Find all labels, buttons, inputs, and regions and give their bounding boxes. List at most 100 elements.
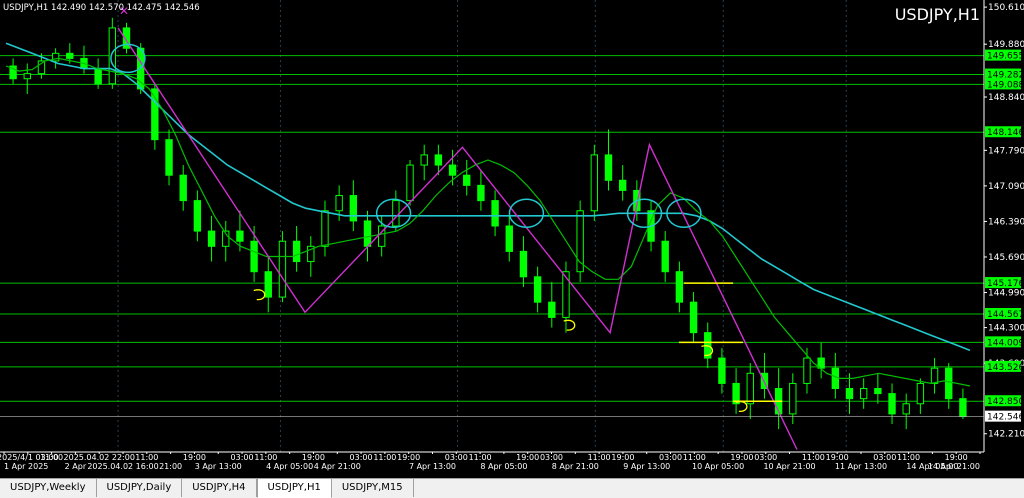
y-tick-label: 147.090 — [988, 182, 1024, 192]
candle-body — [845, 388, 854, 400]
x-tick-label: 2025.04.02 22:00 — [64, 453, 135, 462]
y-tick-label: 147.790 — [988, 146, 1024, 156]
tab-usdjpy-weekly[interactable]: USDJPY,Weekly — [0, 479, 97, 497]
x-tick-label: 8 Apr 21:00 — [552, 462, 599, 471]
candle-body — [477, 184, 485, 202]
level-price-label: 149.088 — [987, 80, 1024, 90]
candle-body — [959, 398, 967, 417]
x-tick-label: 19:00 — [302, 453, 325, 462]
x-tick-label: 11:00 — [469, 453, 492, 462]
candle-body — [349, 195, 358, 222]
candle-body — [66, 52, 74, 59]
candle-body — [193, 200, 202, 232]
x-tick-label: 4 Apr 21:00 — [314, 462, 361, 471]
x-tick-label: 11 Apr 13:00 — [835, 462, 887, 471]
x-tick-label: 19:00 — [183, 453, 206, 462]
y-tick-label: 146.390 — [988, 217, 1024, 227]
candle-body — [831, 367, 840, 390]
y-tick-label: 150.610 — [988, 3, 1024, 13]
level-price-label: 142.850 — [987, 397, 1024, 407]
x-tick-label: 11:00 — [802, 453, 825, 462]
candle-body — [264, 271, 272, 298]
y-tick-label: 142.210 — [988, 430, 1024, 440]
tab-usdjpy-h4[interactable]: USDJPY,H4 — [182, 479, 257, 497]
y-tick-label: 149.880 — [988, 40, 1024, 50]
x-tick-label: 1 Apr 2025 — [4, 462, 48, 471]
candle-body — [930, 367, 939, 384]
x-tick-label: 03:00 — [445, 453, 468, 462]
current-price-label: 142.546 — [987, 413, 1024, 423]
tab-usdjpy-h1[interactable]: USDJPY,H1 — [256, 479, 332, 498]
x-tick-label: 11:00 — [373, 453, 396, 462]
x-tick-label: 10 Apr 05:00 — [692, 462, 744, 471]
candle-body — [590, 154, 599, 212]
candle-body — [888, 393, 896, 415]
x-tick-label: 11:00 — [683, 453, 706, 462]
x-tick-label: 19:00 — [611, 453, 634, 462]
x-tick-label: 10 Apr 21:00 — [763, 462, 815, 471]
tab-usdjpy-daily[interactable]: USDJPY,Daily — [97, 479, 183, 497]
y-tick-label: 144.990 — [988, 289, 1024, 299]
x-tick-label: 11:00 — [588, 453, 611, 462]
chart-symbol-title: USDJPY,H1 — [895, 5, 980, 24]
x-tick-label: 7 Apr 13:00 — [409, 462, 456, 471]
candle-body — [519, 250, 528, 278]
candle-body — [916, 382, 925, 405]
x-tick-label: 9 Apr 13:00 — [623, 462, 670, 471]
candle-body — [250, 240, 258, 273]
x-tick-label: 19:00 — [730, 453, 753, 462]
candle-body — [23, 73, 31, 80]
x-tick-label: 03:00 — [231, 453, 254, 462]
candle-body — [236, 230, 244, 242]
candle-body — [434, 154, 443, 166]
x-tick-label: 11:00 — [135, 453, 158, 462]
x-tick-label: 19:00 — [945, 453, 968, 462]
y-tick-label: 144.300 — [988, 324, 1024, 334]
candle-body — [392, 200, 400, 227]
candle-body — [108, 27, 117, 85]
candle-body — [945, 367, 953, 400]
candle-body — [179, 174, 187, 202]
candle-body — [562, 271, 570, 318]
level-price-label: 148.146 — [987, 128, 1024, 138]
chart-window[interactable]: ✕ 150.610 149.880 148.840 147.790 147.090 146.… — [0, 0, 1024, 478]
level-price-label: 144.009 — [987, 338, 1024, 348]
candle-body — [278, 240, 287, 298]
candle-body — [675, 271, 684, 303]
y-tick-label: 145.690 — [988, 253, 1024, 263]
x-tick-label: 03:00 — [540, 453, 563, 462]
tab-usdjpy-m15[interactable]: USDJPY,M15 — [332, 479, 414, 497]
candle-body — [94, 68, 102, 85]
x-tick-label: 4 Apr 05:00 — [266, 462, 313, 471]
x-tick-label: 19:00 — [516, 453, 539, 462]
candle-body — [746, 372, 754, 405]
x-tick-label: 2 Apr — [65, 462, 87, 471]
candle-body — [618, 179, 627, 191]
level-price-label: 145.176 — [987, 279, 1024, 289]
level-price-label: 149.655 — [987, 52, 1024, 62]
x-tick-label: 11:00 — [897, 453, 920, 462]
x-tick-label: 19:00 — [397, 453, 420, 462]
candle-body — [406, 164, 414, 202]
candle-body — [207, 230, 216, 247]
x-tick-label: 3 Apr 13:00 — [195, 462, 242, 471]
price-chart[interactable]: ✕ 150.610149.880148.840147.790147.090146.… — [0, 0, 1024, 478]
candle-body — [718, 357, 726, 384]
x-tick-label: 21:00 — [159, 462, 182, 471]
x-tick-label: 03:00 — [350, 453, 373, 462]
candle-body — [533, 276, 542, 303]
x-tick-label: 03:00 — [659, 453, 682, 462]
candle-body — [803, 357, 811, 384]
candle-body — [321, 210, 329, 247]
candle-body — [335, 195, 343, 212]
candle-body — [491, 200, 499, 227]
candle-body — [859, 388, 868, 400]
x-tick-label: 03:00 — [754, 453, 777, 462]
candle-body — [789, 382, 797, 415]
candle-body — [448, 164, 457, 176]
candle-body — [661, 240, 669, 273]
candle-body — [165, 139, 173, 176]
x-tick-label: 03:00 — [873, 453, 896, 462]
level-price-label: 144.567 — [987, 310, 1024, 320]
candle-body — [420, 154, 428, 166]
